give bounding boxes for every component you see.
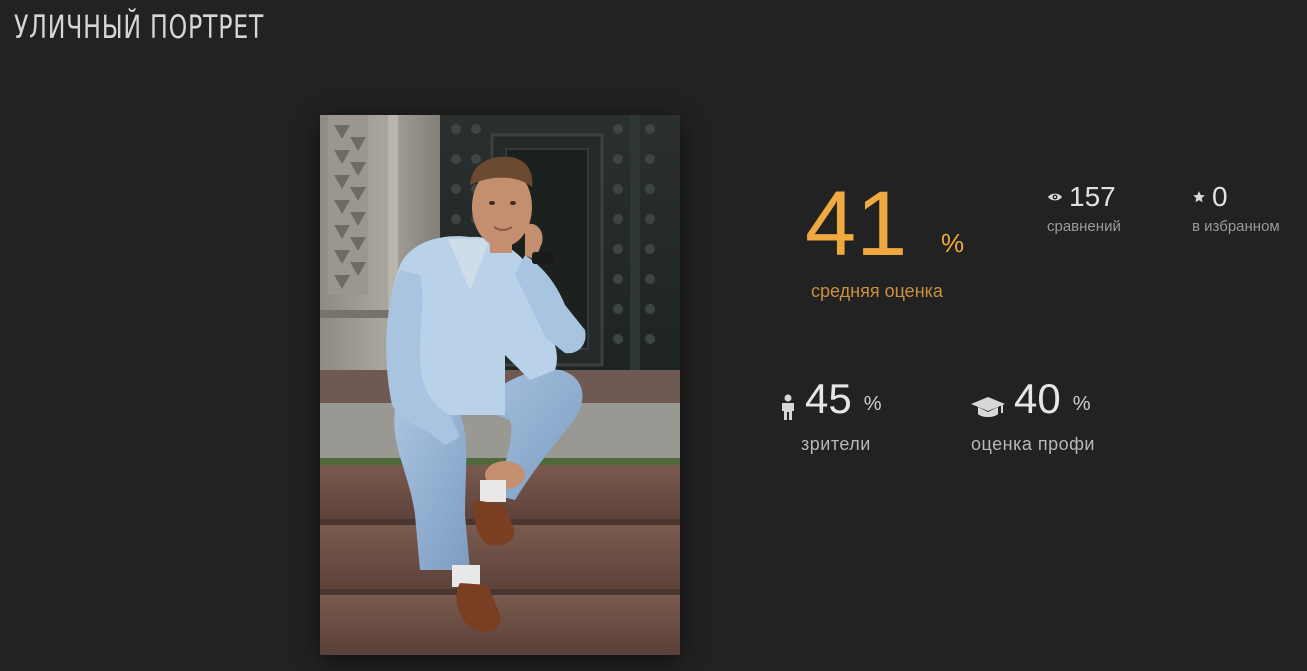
views-label: сравнений: [1047, 218, 1121, 235]
page: УЛИЧНЫЙ ПОРТРЕТ 41 % средняя оценка 157 …: [0, 0, 1307, 671]
favorites-label: в избранном: [1192, 218, 1280, 235]
pros-value: 40: [1014, 375, 1061, 422]
photo-image: [320, 115, 680, 655]
views-count: 157: [1069, 181, 1116, 212]
viewers-label: зрители: [801, 434, 871, 454]
pros-stat: 40 % оценка профи: [970, 378, 1095, 455]
viewers-value: 45: [805, 375, 852, 422]
views-stat: 157 сравнений: [1047, 181, 1121, 236]
star-icon: [1193, 191, 1205, 203]
eye-icon: [1048, 193, 1062, 201]
viewers-unit: %: [863, 393, 882, 415]
favorites-count: 0: [1212, 181, 1228, 212]
average-rating: 41 % средняя оценка: [805, 178, 975, 301]
viewers-stat: 45 % зрители: [779, 378, 882, 455]
pros-unit: %: [1072, 393, 1091, 415]
pros-label: оценка профи: [971, 434, 1095, 454]
average-rating-unit: %: [941, 228, 965, 258]
person-icon: [782, 394, 794, 420]
graduation-cap-icon: [971, 397, 1005, 417]
portrait-photo[interactable]: [320, 115, 680, 655]
average-rating-label: средняя оценка: [811, 281, 943, 301]
page-title: УЛИЧНЫЙ ПОРТРЕТ: [14, 8, 265, 46]
favorites-stat: 0 в избранном: [1192, 181, 1280, 236]
